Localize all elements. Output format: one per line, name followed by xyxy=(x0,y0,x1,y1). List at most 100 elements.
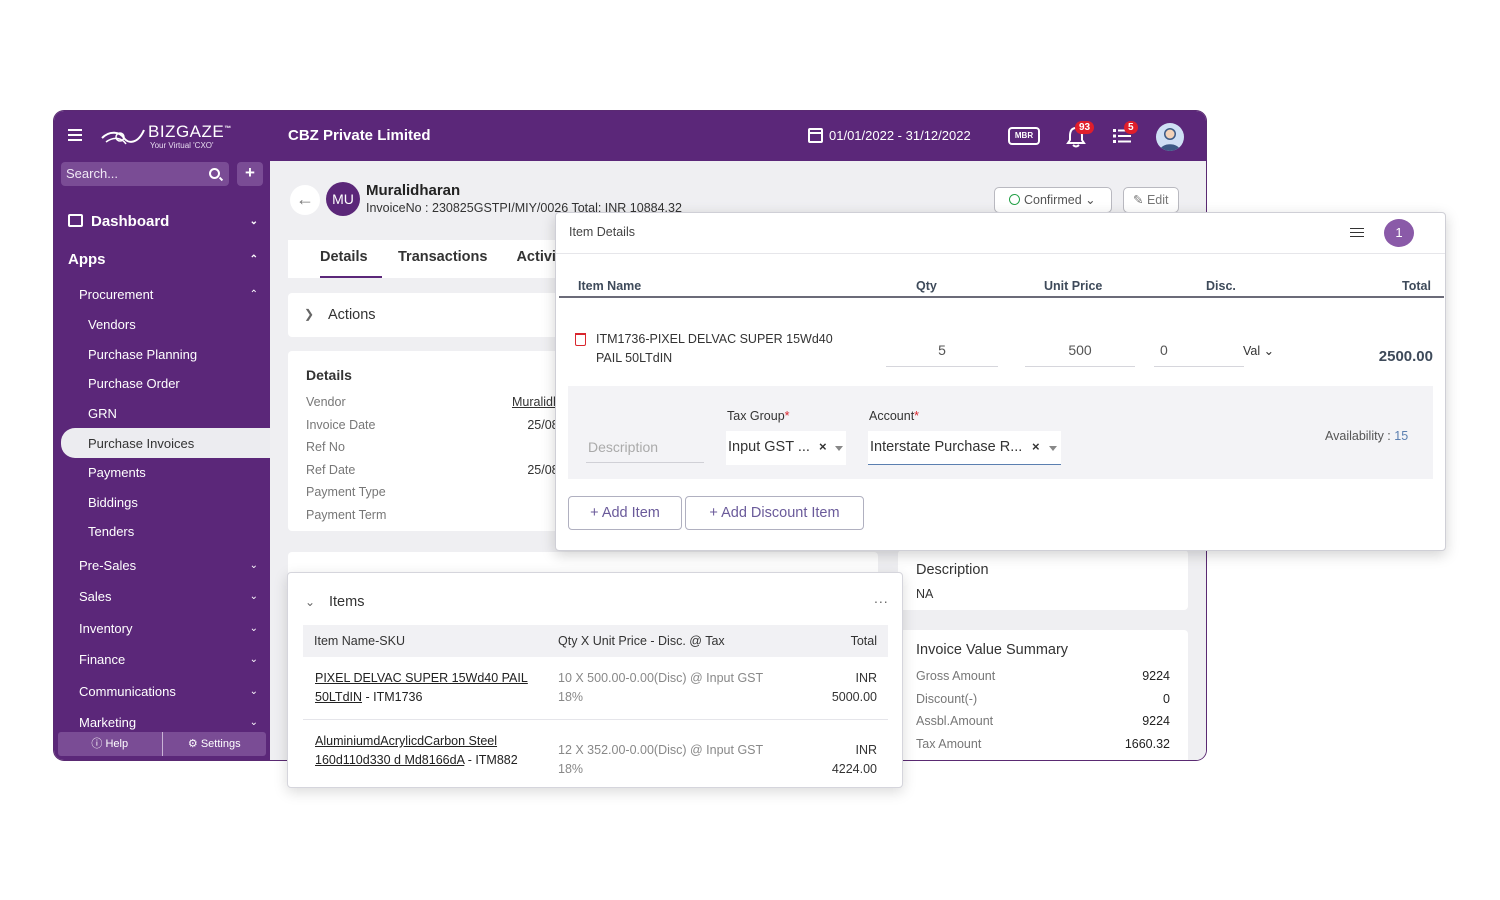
chevron-right-icon: ❯ xyxy=(304,307,315,321)
tab-activities[interactable]: Activi xyxy=(516,240,556,278)
search-input[interactable]: Search... xyxy=(61,162,229,186)
filter-settings-icon[interactable] xyxy=(1350,225,1364,239)
clear-icon[interactable]: × xyxy=(1032,431,1040,463)
status-dropdown[interactable]: Confirmed ⌄ xyxy=(994,187,1112,213)
company-name[interactable]: CBZ Private Limited xyxy=(288,127,431,144)
add-discount-item-button[interactable]: + Add Discount Item xyxy=(685,496,864,530)
row-total: 2500.00 xyxy=(1378,348,1433,365)
item-name: ITM1736-PIXEL DELVAC SUPER 15Wd40 PAIL 5… xyxy=(596,332,833,365)
bizgaze-logo[interactable]: BIZGAZE™ Your Virtual 'CXO' xyxy=(98,122,238,152)
help-button[interactable]: ⓘ Help xyxy=(58,732,163,756)
add-item-button[interactable]: + Add Item xyxy=(568,496,682,530)
back-button[interactable]: ← xyxy=(290,185,320,215)
actions-section[interactable]: ❯ Actions xyxy=(288,293,588,337)
vendor-avatar: MU xyxy=(326,182,360,216)
chevron-down-icon[interactable]: ⌄ xyxy=(305,595,315,609)
menu-icon[interactable] xyxy=(68,126,82,146)
gear-icon: ⚙ xyxy=(187,738,198,750)
sidebar-item-vendors[interactable]: Vendors xyxy=(54,310,270,340)
sidebar-item-communications[interactable]: Communications ⌄ xyxy=(54,675,270,707)
total-cell: INR 5000.00 xyxy=(831,671,877,704)
items-card: ⌄ Items ... Item Name-SKU Qty X Unit Pri… xyxy=(287,572,903,788)
detail-row-payment-term: Payment TermN xyxy=(306,508,576,522)
unit-price-input[interactable]: 500 xyxy=(1025,335,1135,367)
col-qty: Qty xyxy=(916,279,937,293)
sidebar-item-inventory[interactable]: Inventory ⌄ xyxy=(54,612,270,644)
chevron-down-icon: ⌄ xyxy=(1263,344,1275,358)
divider xyxy=(556,253,1445,254)
discount-input[interactable]: 0 xyxy=(1154,335,1244,367)
details-title: Details xyxy=(306,367,352,383)
caret-down-icon xyxy=(1049,446,1057,451)
sidebar-nav: Dashboard ⌄ Apps ⌃ Procurement ⌃ Vendors… xyxy=(54,202,270,738)
tax-group-select[interactable]: Input GST ... × xyxy=(726,431,846,465)
account-select[interactable]: Interstate Purchase R... × xyxy=(868,431,1061,465)
date-range-picker[interactable]: 01/01/2022 - 31/12/2022 xyxy=(808,128,971,143)
top-bar: BIZGAZE™ Your Virtual 'CXO' CBZ Private … xyxy=(54,111,1206,161)
invoice-summary-card: Invoice Value Summary Gross Amount 9224 D… xyxy=(898,630,1188,760)
summary-title: Invoice Value Summary xyxy=(916,642,1069,658)
more-options-icon[interactable]: ... xyxy=(874,590,889,606)
add-button[interactable]: + xyxy=(237,162,263,186)
settings-button[interactable]: ⚙ Settings xyxy=(163,732,267,756)
date-range-text: 01/01/2022 - 31/12/2022 xyxy=(829,128,971,143)
col-total: Total xyxy=(1402,279,1431,293)
item-name-cell: AluminiumdAcrylicdCarbon Steel 160d110d3… xyxy=(315,734,518,767)
vendor-name: Muralidharan xyxy=(366,182,461,199)
detail-row-ref-date: Ref Date 25/08/20 xyxy=(306,463,576,477)
sidebar-footer: ⓘ Help ⚙ Settings xyxy=(58,732,266,756)
dashboard-icon xyxy=(68,214,83,227)
user-avatar[interactable] xyxy=(1156,123,1184,151)
delete-icon[interactable] xyxy=(575,333,586,346)
tab-transactions[interactable]: Transactions xyxy=(398,240,487,278)
summary-row: Gross Amount 9224 xyxy=(916,669,1170,683)
sidebar-item-finance[interactable]: Finance ⌄ xyxy=(54,644,270,676)
discount-type-dropdown[interactable]: Val ⌄ xyxy=(1243,343,1274,358)
summary-row: Assbl.Amount 9224 xyxy=(916,714,1170,728)
qty-input[interactable]: 5 xyxy=(886,335,998,367)
sidebar: Search... + Dashboard ⌄ Apps ⌃ Procureme… xyxy=(54,161,270,760)
search-icon[interactable] xyxy=(209,168,220,179)
col-disc: Disc. xyxy=(1206,279,1236,293)
availability: Availability : 15 xyxy=(1325,429,1409,443)
sidebar-item-procurement[interactable]: Procurement ⌃ xyxy=(54,278,270,310)
tab-details[interactable]: Details xyxy=(320,240,382,278)
sidebar-item-purchase-planning[interactable]: Purchase Planning xyxy=(54,340,270,370)
chevron-down-icon: ⌄ xyxy=(249,622,258,634)
sidebar-item-apps[interactable]: Apps ⌃ xyxy=(54,240,270,278)
calendar-icon xyxy=(808,128,823,143)
sidebar-item-sales[interactable]: Sales ⌄ xyxy=(54,581,270,613)
detail-row-invoice-date: Invoice Date 25/08/20 xyxy=(306,418,576,432)
chevron-up-icon: ⌃ xyxy=(249,253,258,265)
item-count-badge[interactable]: 1 xyxy=(1384,219,1414,247)
sidebar-item-pre-sales[interactable]: Pre-Sales ⌄ xyxy=(54,547,270,581)
logo-mark-icon xyxy=(101,129,145,145)
check-circle-icon xyxy=(1009,194,1020,205)
description-card: Description NA xyxy=(898,550,1188,610)
clear-icon[interactable]: × xyxy=(819,431,827,463)
items-title: Items xyxy=(329,594,365,610)
edit-button[interactable]: ✎ Edit xyxy=(1123,187,1179,213)
sidebar-item-payments[interactable]: Payments xyxy=(54,458,270,488)
col-qty-price: Qty X Unit Price - Disc. @ Tax xyxy=(558,634,725,648)
description-input[interactable]: Description xyxy=(586,433,704,463)
col-item-name: Item Name xyxy=(578,279,642,293)
chevron-down-icon: ⌄ xyxy=(1085,193,1096,207)
sidebar-item-tenders[interactable]: Tenders xyxy=(54,517,270,547)
sidebar-item-purchase-order[interactable]: Purchase Order xyxy=(54,369,270,399)
details-card: Details Vendor Muralidhar Invoice Date 25/… xyxy=(288,351,588,531)
chevron-up-icon: ⌃ xyxy=(249,288,258,300)
mbr-button[interactable]: MBR xyxy=(1008,127,1040,145)
sidebar-item-dashboard[interactable]: Dashboard ⌄ xyxy=(54,202,270,240)
description-value: NA xyxy=(916,587,934,601)
sidebar-item-biddings[interactable]: Biddings xyxy=(54,488,270,518)
notifications-badge: 93 xyxy=(1075,121,1095,134)
account-label: Account* xyxy=(869,409,920,423)
description-title: Description xyxy=(916,562,989,578)
sidebar-item-grn[interactable]: GRN xyxy=(54,399,270,429)
header-divider xyxy=(559,296,1444,298)
chevron-down-icon: ⌄ xyxy=(249,215,258,227)
sidebar-item-purchase-invoices[interactable]: Purchase Invoices xyxy=(61,428,270,458)
col-total: Total xyxy=(850,634,877,648)
chevron-down-icon: ⌄ xyxy=(249,717,258,728)
